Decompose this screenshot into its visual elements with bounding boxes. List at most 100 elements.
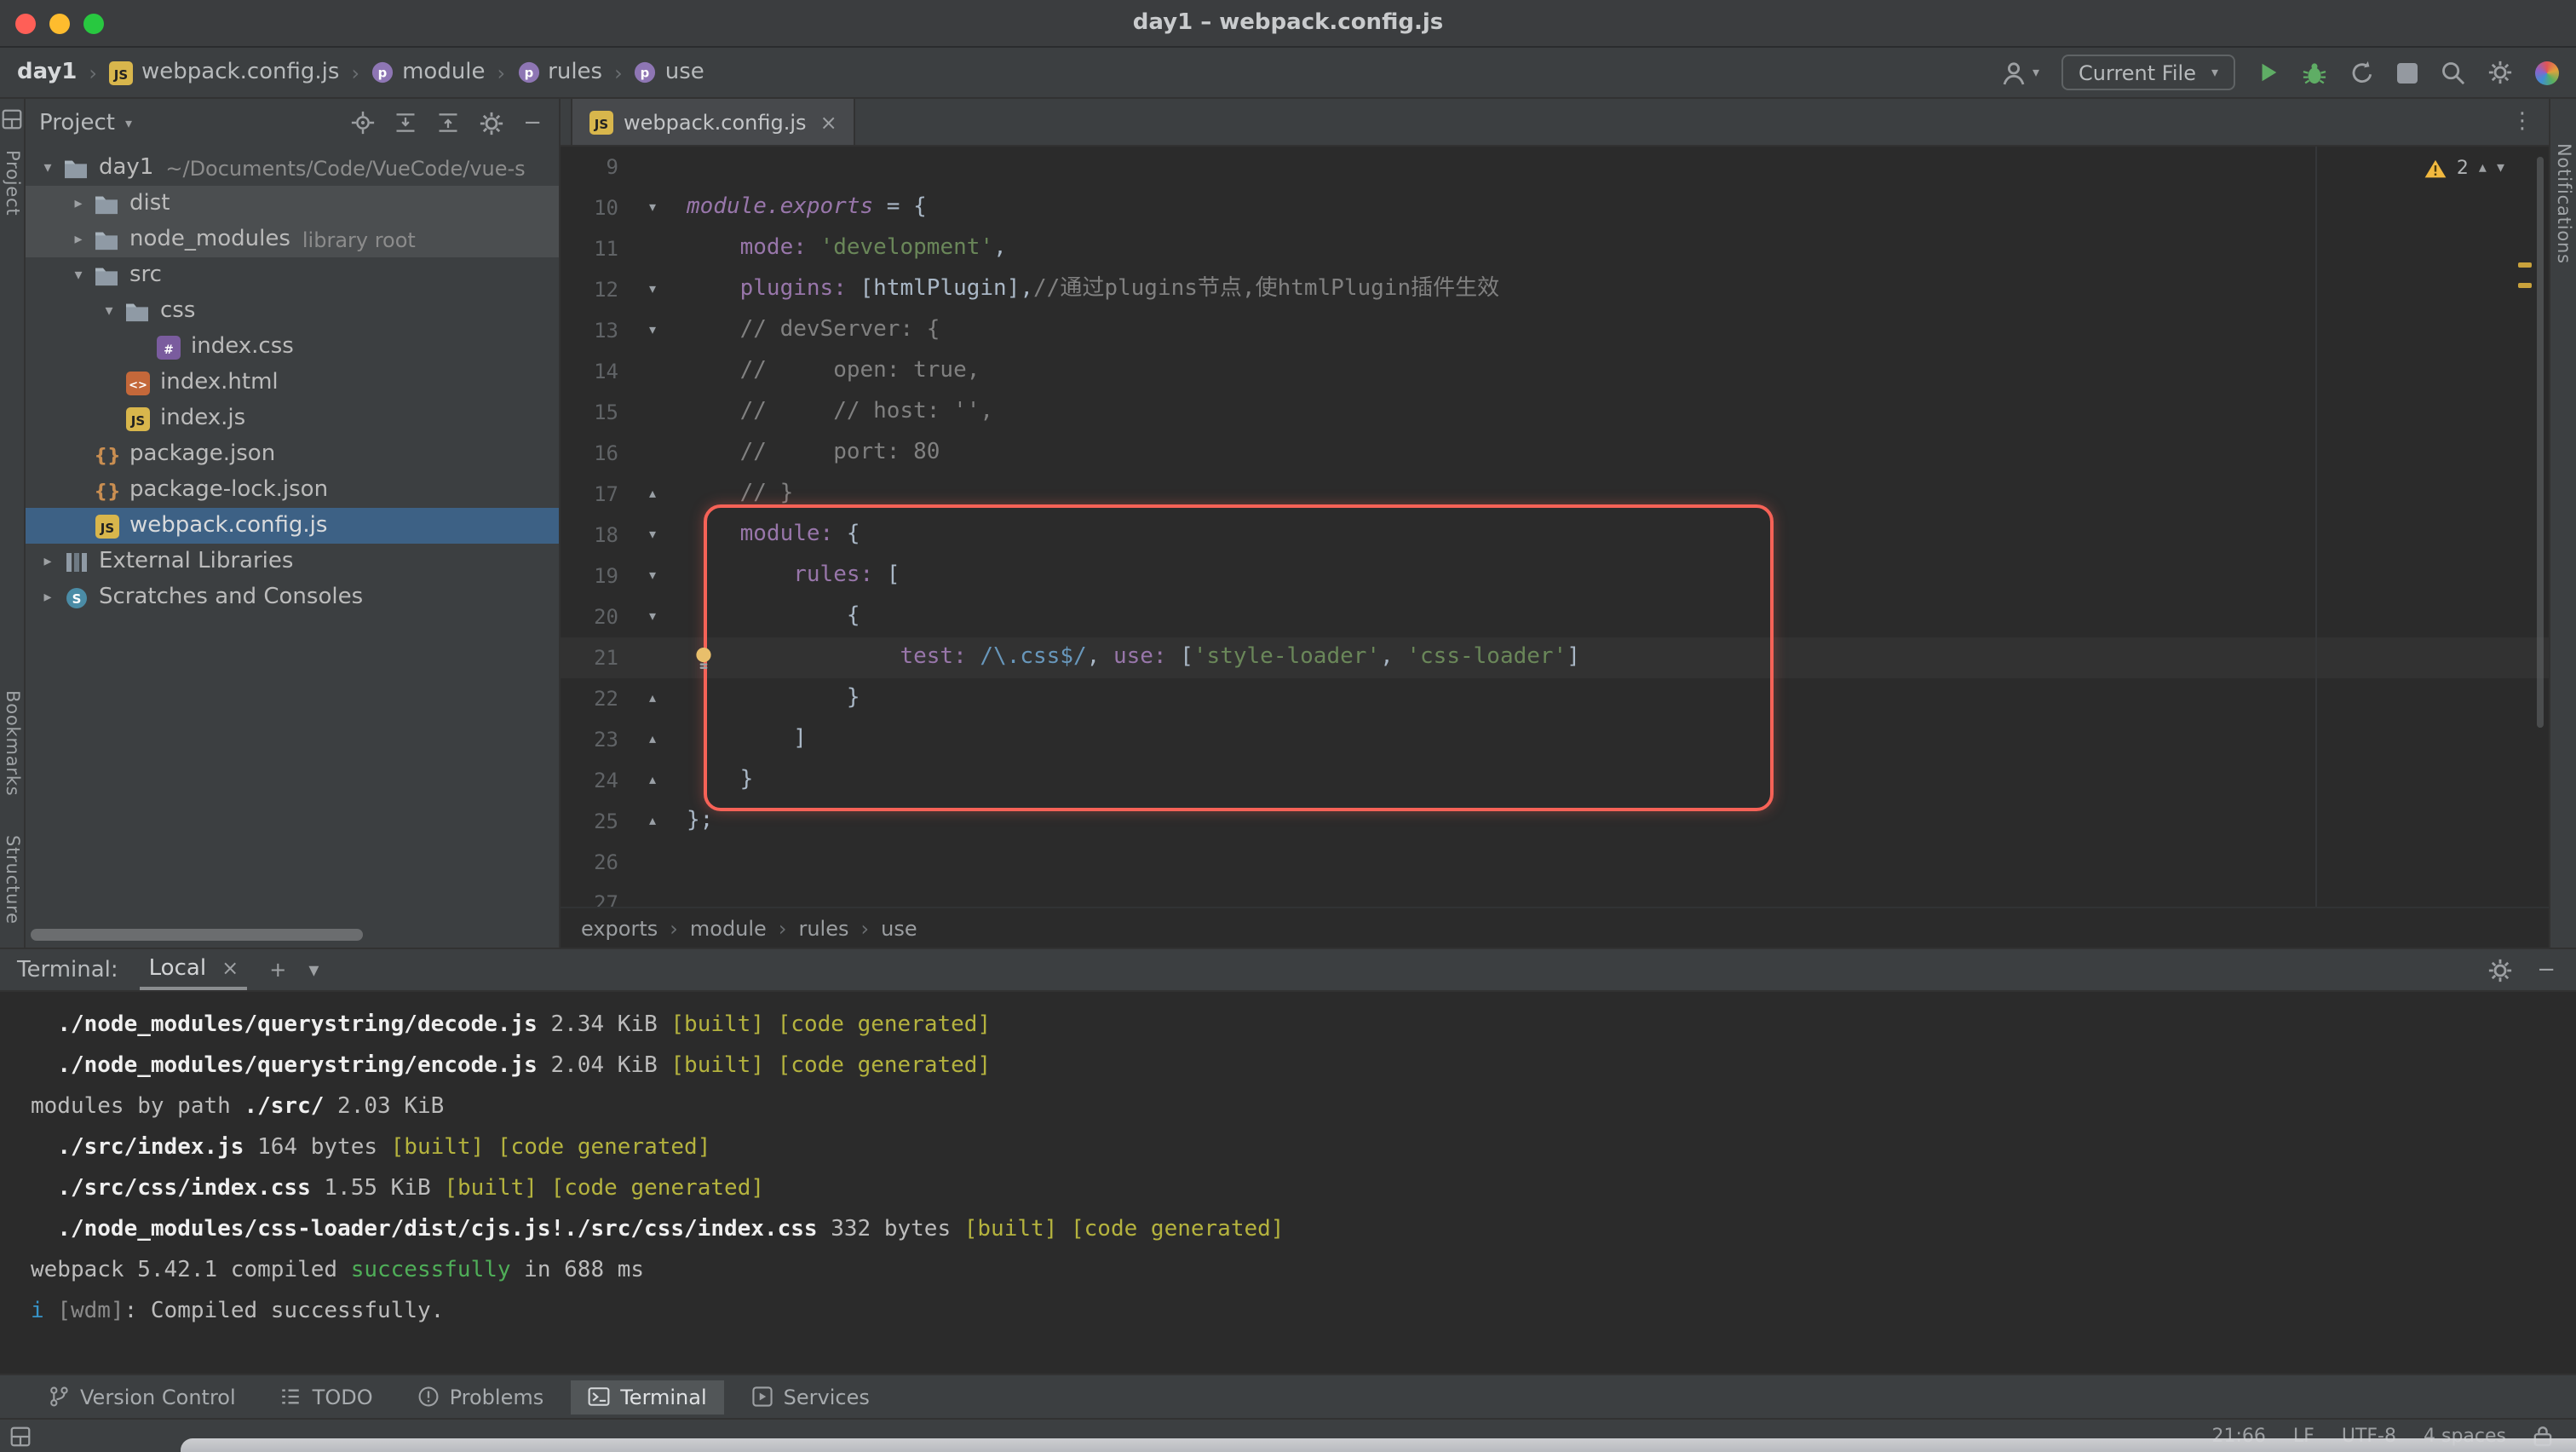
tree-collapse-icon[interactable]: ▾ (36, 159, 60, 176)
code-line-19[interactable]: 19▾ rules: [ (561, 556, 2549, 596)
fold-up-icon[interactable]: ▴ (618, 719, 687, 760)
new-terminal-session-icon[interactable]: + (269, 958, 286, 982)
tree-item-src[interactable]: ▾src (26, 257, 559, 293)
search-everywhere-icon[interactable] (2440, 60, 2465, 85)
editor-options-icon[interactable]: ⋮ (2511, 109, 2533, 135)
terminal-settings-icon[interactable] (2487, 957, 2513, 982)
stop-button[interactable] (2397, 62, 2418, 83)
nav-breadcrumb-day1[interactable]: day1 (17, 60, 77, 85)
fold-down-icon[interactable]: ▾ (618, 269, 687, 310)
tree-expand-icon[interactable]: ▸ (36, 553, 60, 570)
inspections-widget[interactable]: 2 ▴ ▾ (2424, 157, 2504, 179)
editor-tab-webpack-config-js[interactable]: JS webpack.config.js × (571, 99, 856, 145)
terminal-tab-local[interactable]: Local × (141, 949, 248, 990)
editor-breadcrumb-module[interactable]: module (690, 916, 767, 940)
close-tab-icon[interactable]: × (820, 110, 837, 134)
toolwindow-button-problems[interactable]: Problems (400, 1380, 561, 1414)
nav-breadcrumb-use[interactable]: puse (635, 60, 704, 85)
toolwindow-button-todo[interactable]: TODO (263, 1380, 390, 1414)
fold-down-icon[interactable]: ▾ (618, 556, 687, 596)
collapse-all-icon[interactable] (436, 111, 460, 135)
minimize-window-button[interactable] (49, 13, 70, 33)
stripe-button-notifications[interactable]: Notifications (2553, 143, 2573, 264)
fold-up-icon[interactable]: ▴ (618, 801, 687, 842)
tree-item-external-libraries[interactable]: ▸External Libraries (26, 544, 559, 579)
tree-item-index-js[interactable]: JSindex.js (26, 400, 559, 436)
stripe-button-structure[interactable]: Structure (2, 834, 22, 924)
user-profile-button[interactable]: ▾ (2000, 59, 2039, 86)
code-line-23[interactable]: 23▴ ] (561, 719, 2549, 760)
tree-collapse-icon[interactable]: ▾ (66, 267, 90, 284)
project-view-selector[interactable]: Project ▾ (39, 110, 132, 135)
code-line-15[interactable]: 15 // // host: '', (561, 392, 2549, 433)
stripe-button-bookmarks[interactable]: Bookmarks (2, 691, 22, 798)
code-line-13[interactable]: 13▾ // devServer: { (561, 310, 2549, 351)
tree-item-day1[interactable]: ▾day1~/Documents/Code/VueCode/vue-s (26, 150, 559, 186)
terminal-dropdown-icon[interactable]: ▾ (308, 958, 319, 982)
close-window-button[interactable] (15, 13, 36, 33)
code-line-11[interactable]: 11 mode: 'development', (561, 228, 2549, 269)
tool-windows-toggle-icon[interactable] (10, 1426, 31, 1446)
tree-expand-icon[interactable]: ▸ (66, 195, 90, 212)
toolwindow-button-services[interactable]: Services (734, 1380, 887, 1414)
tree-expand-icon[interactable]: ▸ (36, 589, 60, 606)
tree-item-index-css[interactable]: #index.css (26, 329, 559, 365)
run-configuration-select[interactable]: Current File ▾ (2061, 55, 2235, 90)
editor-breadcrumb-exports[interactable]: exports (581, 916, 658, 940)
fold-down-icon[interactable]: ▾ (618, 596, 687, 637)
tree-item-scratches-and-consoles[interactable]: ▸SScratches and Consoles (26, 579, 559, 615)
prev-warning-icon[interactable]: ▴ (2479, 159, 2487, 176)
tree-item-dist[interactable]: ▸dist (26, 186, 559, 222)
toolwindow-button-version-control[interactable]: Version Control (31, 1380, 253, 1414)
next-warning-icon[interactable]: ▾ (2497, 159, 2504, 176)
fold-down-icon[interactable]: ▾ (618, 310, 687, 351)
fold-down-icon[interactable]: ▾ (618, 515, 687, 556)
fold-up-icon[interactable]: ▴ (618, 760, 687, 801)
editor-breadcrumb-rules[interactable]: rules (798, 916, 848, 940)
close-terminal-tab-icon[interactable]: × (221, 956, 239, 980)
code-line-24[interactable]: 24▴ } (561, 760, 2549, 801)
tree-expand-icon[interactable]: ▸ (66, 231, 90, 248)
warning-stripe-mark[interactable] (2518, 262, 2532, 268)
fold-up-icon[interactable]: ▴ (618, 474, 687, 515)
project-options-icon[interactable] (479, 110, 504, 135)
editor-scrollbar[interactable] (2537, 157, 2544, 728)
toolwindow-button-terminal[interactable]: Terminal (571, 1380, 723, 1414)
run-button[interactable] (2257, 61, 2280, 84)
code-line-22[interactable]: 22▴ } (561, 678, 2549, 719)
code-line-27[interactable]: 27 (561, 883, 2549, 907)
macos-dock[interactable] (181, 1438, 2576, 1452)
terminal-output[interactable]: ./node_modules/querystring/decode.js 2.3… (0, 992, 2576, 1374)
debug-button[interactable] (2302, 60, 2327, 84)
nav-breadcrumb-webpack-config-js[interactable]: JSwebpack.config.js (109, 60, 339, 85)
fold-down-icon[interactable]: ▾ (618, 187, 687, 228)
code-editor[interactable]: 910▾module.exports = {11 mode: 'developm… (561, 147, 2549, 907)
settings-icon[interactable] (2487, 60, 2513, 85)
nav-breadcrumb-rules[interactable]: prules (517, 60, 602, 85)
code-line-21[interactable]: 21 test: /\.css$/, use: ['style-loader',… (561, 637, 2549, 678)
tree-collapse-icon[interactable]: ▾ (97, 302, 121, 320)
code-line-12[interactable]: 12▾ plugins: [htmlPlugin],//通过plugins节点,… (561, 269, 2549, 310)
code-line-25[interactable]: 25▴}; (561, 801, 2549, 842)
tree-item-index-html[interactable]: <>index.html (26, 365, 559, 400)
hide-panel-icon[interactable]: − (523, 110, 542, 135)
plugin-icon[interactable] (2535, 60, 2559, 84)
select-opened-file-icon[interactable] (351, 111, 375, 135)
nav-breadcrumb-module[interactable]: pmodule (371, 60, 485, 85)
code-line-26[interactable]: 26 (561, 842, 2549, 883)
tree-item-node-modules[interactable]: ▸node_moduleslibrary root (26, 222, 559, 257)
zoom-window-button[interactable] (83, 13, 104, 33)
code-line-16[interactable]: 16 // port: 80 (561, 433, 2549, 474)
stripe-button-project[interactable]: Project (2, 150, 22, 216)
tree-item-package-json[interactable]: {}package.json (26, 436, 559, 472)
fold-up-icon[interactable]: ▴ (618, 678, 687, 719)
warning-stripe-mark[interactable] (2518, 283, 2532, 288)
code-line-17[interactable]: 17▴ // } (561, 474, 2549, 515)
code-line-9[interactable]: 9 (561, 147, 2549, 187)
intention-bulb-icon[interactable] (693, 646, 714, 670)
rerun-button[interactable] (2349, 60, 2375, 85)
code-line-14[interactable]: 14 // open: true, (561, 351, 2549, 392)
project-stripe-icon[interactable] (2, 109, 22, 130)
editor-breadcrumb-use[interactable]: use (881, 916, 917, 940)
tree-item-package-lock-json[interactable]: {}package-lock.json (26, 472, 559, 508)
